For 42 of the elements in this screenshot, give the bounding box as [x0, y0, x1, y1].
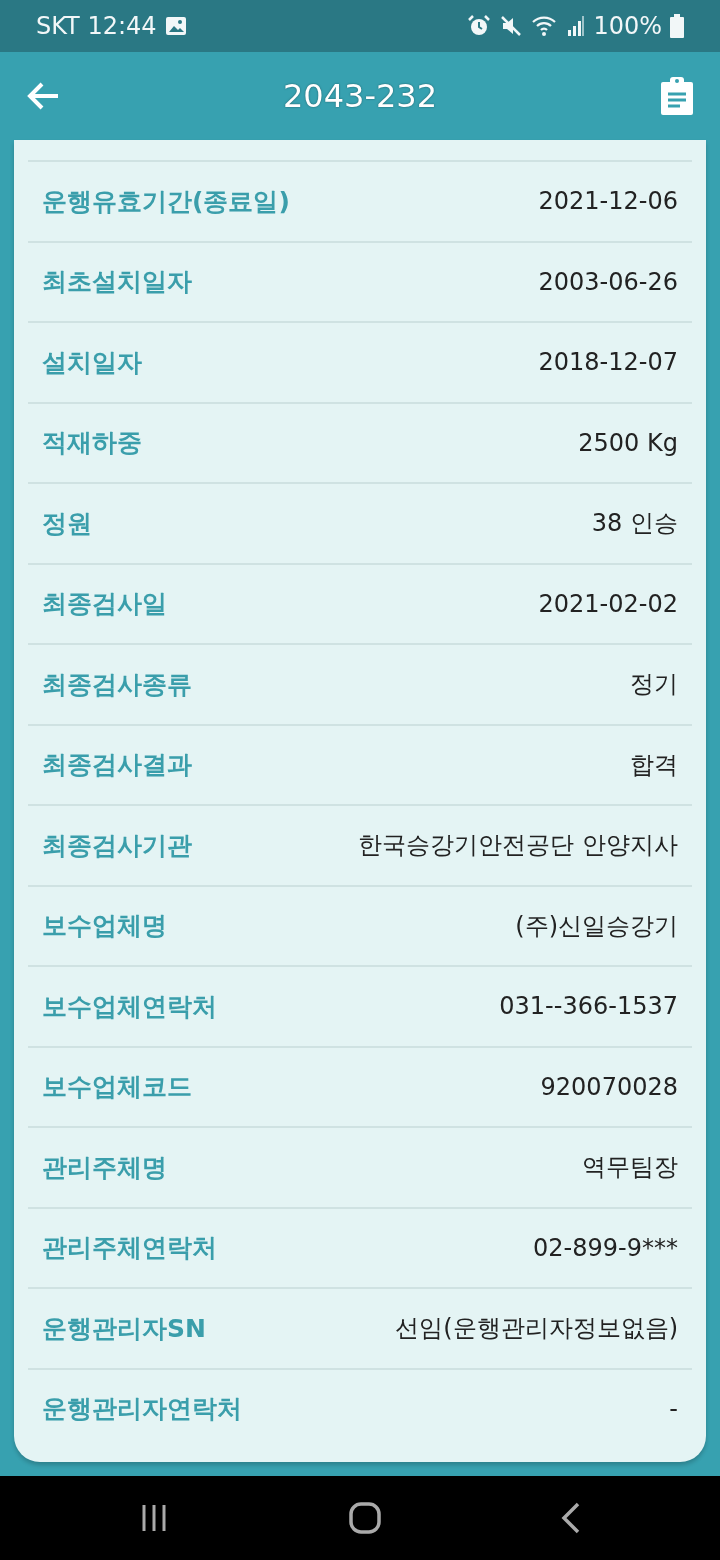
back-button[interactable]: [26, 81, 60, 111]
field-label: 보수업체코드: [42, 1071, 192, 1103]
status-time: SKT 12:44: [36, 11, 157, 42]
field-value: 합격: [630, 749, 678, 781]
field-label: 적재하중: [42, 427, 142, 459]
page-title: 2043-232: [282, 76, 438, 117]
field-value: 선임(운행관리자정보없음): [395, 1313, 678, 1345]
field-value: 2500 Kg: [578, 427, 678, 459]
field-value: -: [669, 1393, 678, 1425]
signal-icon: [567, 14, 586, 38]
field-value: 2018-12-07: [538, 347, 678, 379]
field-label: 최종검사일: [42, 588, 167, 620]
field-label: 보수업체연락처: [42, 990, 217, 1023]
field-value: 2021-12-06: [538, 186, 678, 218]
field-value: 38 인승: [591, 508, 678, 540]
field-label: 관리주체명: [42, 1151, 167, 1184]
field-label: 최종검사종류: [42, 668, 192, 701]
battery-percent: 100%: [593, 11, 662, 42]
field-value: 02-899-9***: [533, 1232, 678, 1264]
field-value: 2021-02-02: [538, 588, 678, 620]
field-label: 정원: [42, 507, 92, 540]
field-value: 한국승강기안전공단 안양지사: [358, 830, 678, 862]
field-label: 운행유효기간(종료일): [42, 185, 290, 218]
field-label: 최종검사결과: [42, 749, 192, 781]
field-label: 설치일자: [42, 346, 142, 379]
field-label: 최초설치일자: [42, 266, 192, 298]
field-value: 2003-06-26: [538, 266, 678, 298]
field-label: 최종검사기관: [42, 829, 192, 862]
field-value: 역무팀장: [582, 1152, 678, 1184]
home-button[interactable]: [349, 1502, 381, 1534]
field-value: (주)신일승강기: [515, 910, 678, 942]
field-value: 정기: [630, 669, 678, 701]
clipboard-button[interactable]: [660, 76, 694, 116]
field-label: 관리주체연락처: [42, 1232, 217, 1264]
alarm-icon: [467, 14, 492, 38]
field-value: 920070028: [540, 1071, 678, 1103]
field-label: 운행관리자연락처: [42, 1393, 242, 1425]
battery-icon: [670, 14, 684, 38]
image-icon: [164, 16, 187, 36]
field-value: 031--366-1537: [499, 991, 678, 1023]
field-label: 운행관리자SN: [42, 1312, 206, 1345]
field-label: 보수업체명: [42, 910, 167, 942]
